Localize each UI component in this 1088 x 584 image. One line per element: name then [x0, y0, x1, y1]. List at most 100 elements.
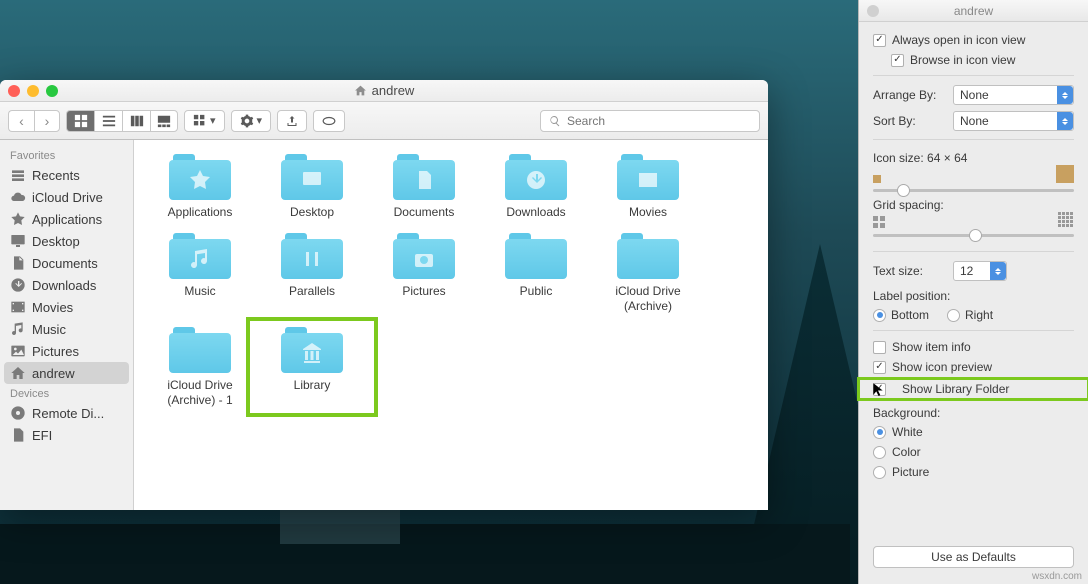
group-dropdown[interactable]: ▾	[184, 110, 225, 132]
radio-icon	[873, 426, 886, 439]
show-item-info-checkbox[interactable]: Show item info	[873, 337, 1074, 357]
sidebar-item-icloud[interactable]: iCloud Drive	[0, 186, 133, 208]
watermark: wsxdn.com	[1032, 571, 1082, 582]
background-color-radio[interactable]: Color	[873, 442, 1074, 462]
view-options-panel: andrew Always open in icon view Browse i…	[858, 0, 1088, 584]
sidebar-item-movies[interactable]: Movies	[0, 296, 133, 318]
finder-window: andrew ‹ › ▾ ▾ Favorites Recents iCloud …	[0, 80, 768, 510]
grid-small-icon	[873, 216, 885, 228]
devices-header: Devices	[0, 384, 133, 402]
sidebar-item-pictures[interactable]: Pictures	[0, 340, 133, 362]
folder-music[interactable]: Music	[144, 233, 256, 313]
forward-button[interactable]: ›	[34, 110, 60, 132]
sidebar-item-music[interactable]: Music	[0, 318, 133, 340]
folder-icloud-archive-1[interactable]: iCloud Drive (Archive) - 1	[144, 327, 256, 407]
list-view-button[interactable]	[94, 110, 122, 132]
download-icon	[524, 168, 548, 192]
recents-icon	[10, 167, 26, 183]
library-icon	[300, 341, 324, 365]
toolbar: ‹ › ▾ ▾	[0, 102, 768, 140]
sidebar-item-recents[interactable]: Recents	[0, 164, 133, 186]
window-title: andrew	[354, 83, 415, 98]
music-icon	[10, 321, 26, 337]
applications-icon	[188, 168, 212, 192]
tags-button[interactable]	[313, 110, 345, 132]
search-field[interactable]	[540, 110, 760, 132]
label-bottom-radio[interactable]: Bottom	[873, 308, 929, 322]
share-button[interactable]	[277, 110, 307, 132]
grid-spacing-label: Grid spacing:	[873, 198, 1074, 212]
search-input[interactable]	[567, 114, 751, 128]
folder-parallels[interactable]: Parallels	[256, 233, 368, 313]
document-icon	[10, 427, 26, 443]
download-icon	[10, 277, 26, 293]
back-button[interactable]: ‹	[8, 110, 34, 132]
text-size-label: Text size:	[873, 264, 945, 278]
movies-icon	[636, 168, 660, 192]
gallery-view-button[interactable]	[150, 110, 178, 132]
folder-icloud-archive[interactable]: iCloud Drive (Archive)	[592, 233, 704, 313]
big-icon	[1056, 165, 1074, 183]
grid-big-icon	[1058, 212, 1074, 228]
arrange-by-select[interactable]: None	[953, 85, 1074, 105]
desktop-icon	[300, 168, 324, 192]
pictures-icon	[10, 343, 26, 359]
folder-movies[interactable]: Movies	[592, 154, 704, 219]
sidebar-item-remote-disc[interactable]: Remote Di...	[0, 402, 133, 424]
music-icon	[188, 247, 212, 271]
cursor-icon	[871, 382, 885, 399]
desktop-icon	[10, 233, 26, 249]
minimize-button[interactable]	[27, 85, 39, 97]
show-icon-preview-checkbox[interactable]: Show icon preview	[873, 357, 1074, 377]
label-position-label: Label position:	[873, 284, 1074, 305]
favorites-header: Favorites	[0, 146, 133, 164]
close-button[interactable]	[8, 85, 20, 97]
radio-icon	[873, 309, 886, 322]
movies-icon	[10, 299, 26, 315]
action-dropdown[interactable]: ▾	[231, 110, 272, 132]
background-picture-radio[interactable]: Picture	[873, 462, 1074, 482]
show-library-checkbox[interactable]: Show Library Folder	[859, 379, 1088, 399]
sort-by-label: Sort By:	[873, 114, 945, 128]
folder-public[interactable]: Public	[480, 233, 592, 313]
use-as-defaults-button[interactable]: Use as Defaults	[873, 546, 1074, 568]
grid-spacing-slider[interactable]	[873, 234, 1074, 237]
document-icon	[10, 255, 26, 271]
sidebar-item-downloads[interactable]: Downloads	[0, 274, 133, 296]
folder-downloads[interactable]: Downloads	[480, 154, 592, 219]
icon-view-button[interactable]	[66, 110, 94, 132]
checkbox-icon	[891, 54, 904, 67]
zoom-button[interactable]	[46, 85, 58, 97]
folder-desktop[interactable]: Desktop	[256, 154, 368, 219]
sidebar-item-applications[interactable]: Applications	[0, 208, 133, 230]
cloud-icon	[10, 189, 26, 205]
browse-checkbox[interactable]: Browse in icon view	[873, 50, 1074, 76]
home-icon	[10, 365, 26, 381]
sort-by-select[interactable]: None	[953, 111, 1074, 131]
sidebar-item-documents[interactable]: Documents	[0, 252, 133, 274]
radio-icon	[873, 466, 886, 479]
always-open-checkbox[interactable]: Always open in icon view	[873, 30, 1074, 50]
checkbox-icon	[873, 361, 886, 374]
column-view-button[interactable]	[122, 110, 150, 132]
panel-close-button[interactable]	[867, 5, 879, 17]
search-icon	[549, 115, 561, 127]
applications-icon	[10, 211, 26, 227]
background-label: Background:	[873, 401, 1074, 422]
folder-library[interactable]: Library	[256, 327, 368, 407]
sidebar-item-efi[interactable]: EFI	[0, 424, 133, 446]
camera-icon	[412, 247, 436, 271]
label-right-radio[interactable]: Right	[947, 308, 993, 322]
checkbox-icon	[873, 34, 886, 47]
sidebar-item-desktop[interactable]: Desktop	[0, 230, 133, 252]
icon-size-slider[interactable]	[873, 189, 1074, 192]
folder-pictures[interactable]: Pictures	[368, 233, 480, 313]
folder-applications[interactable]: Applications	[144, 154, 256, 219]
sidebar-item-andrew[interactable]: andrew	[4, 362, 129, 384]
radio-icon	[947, 309, 960, 322]
text-size-select[interactable]: 12	[953, 261, 1007, 281]
icon-size-label: Icon size: 64 × 64	[873, 151, 1074, 165]
folder-documents[interactable]: Documents	[368, 154, 480, 219]
home-icon	[354, 84, 367, 97]
background-white-radio[interactable]: White	[873, 422, 1074, 442]
